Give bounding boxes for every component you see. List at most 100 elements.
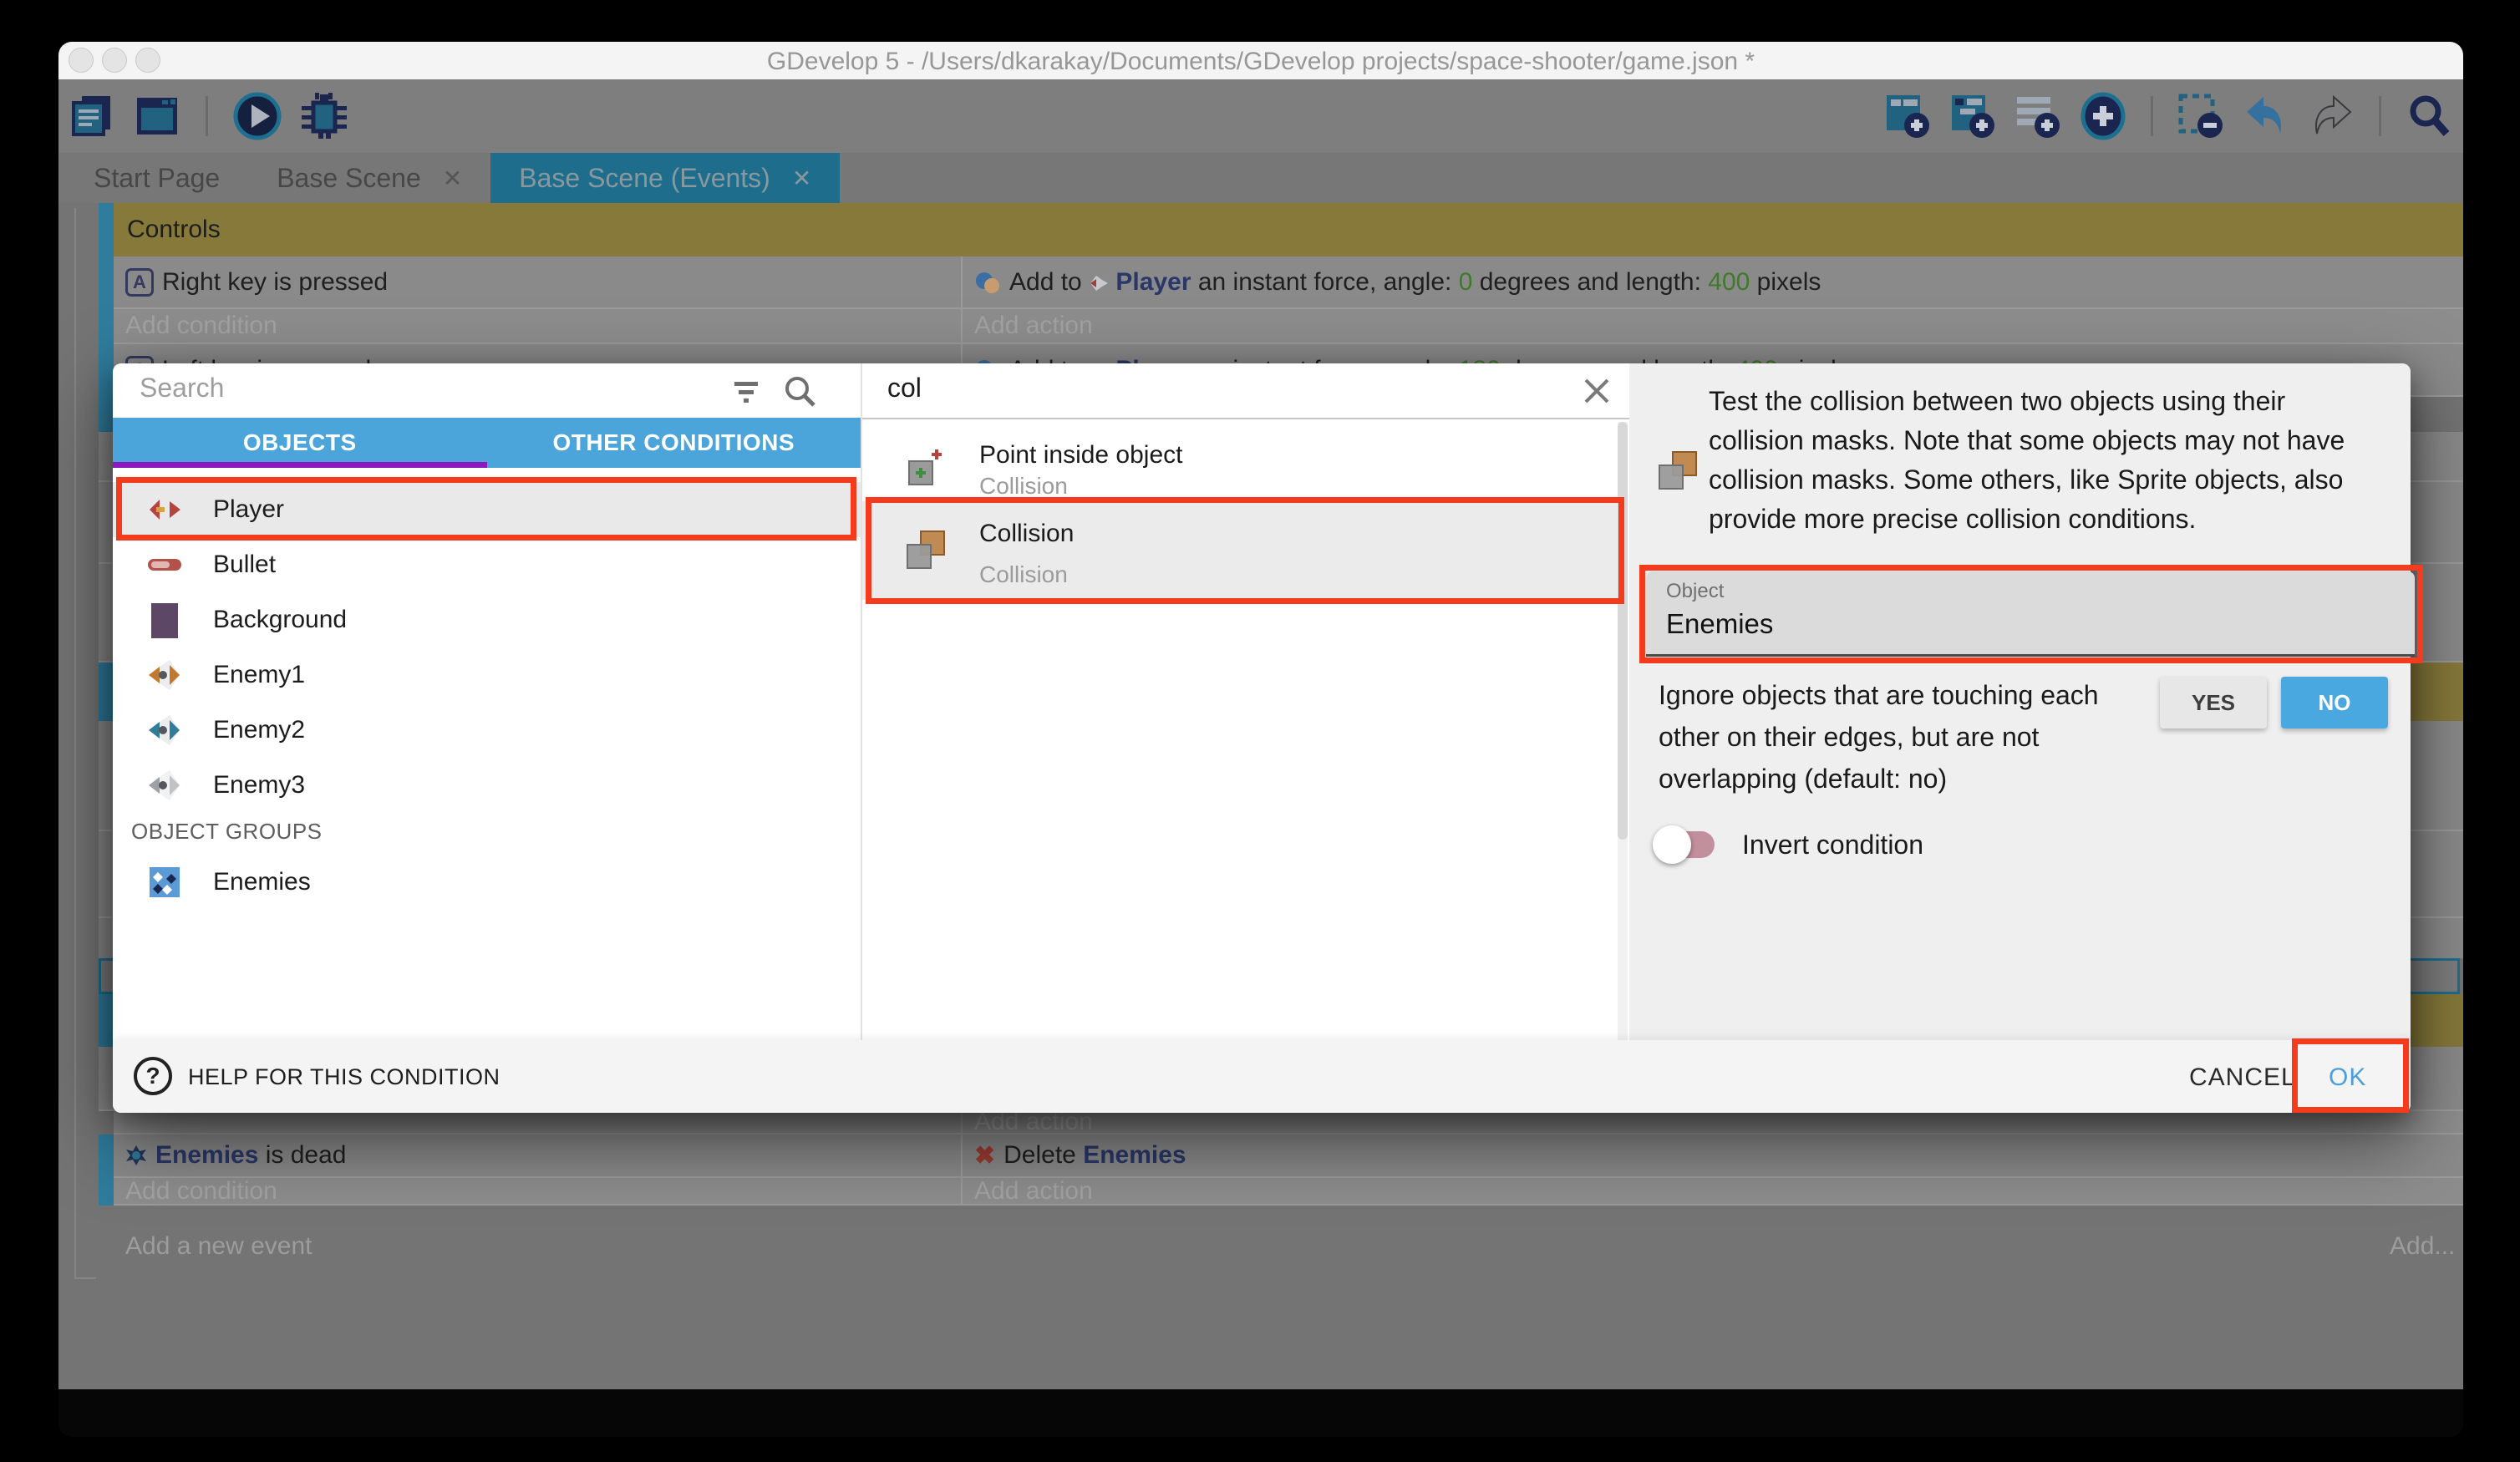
add-new-icon[interactable] (2079, 92, 2127, 140)
object-item-enemy3[interactable]: Enemy3 (113, 758, 861, 813)
point-inside-icon (902, 446, 946, 490)
enemy2-object-icon (146, 712, 183, 749)
object-field-label: Object (1666, 580, 1724, 603)
event-left-bar (99, 203, 114, 256)
object-item-bullet[interactable]: Bullet (113, 537, 861, 592)
result-point-inside-object[interactable]: Point inside object Collision (862, 434, 1621, 501)
object-field[interactable]: Object Enemies (1646, 571, 2415, 657)
toolbar-divider (2151, 96, 2153, 136)
tab-base-scene-events[interactable]: Base Scene (Events)✕ (490, 153, 840, 203)
objects-panel: OBJECTS OTHER CONDITIONS Player Bullet B… (113, 363, 861, 1040)
add-condition-button[interactable]: Add condition (114, 309, 961, 344)
event-left-bar (99, 1135, 114, 1206)
force-icon (974, 270, 1001, 295)
bullet-object-icon (146, 546, 183, 583)
object-search-input[interactable] (138, 372, 706, 404)
collision-icon (902, 526, 949, 573)
search-divider (862, 418, 1631, 419)
event-left-bar (99, 256, 114, 344)
condition-source-tabs: OBJECTS OTHER CONDITIONS (113, 418, 861, 468)
enemies-group-icon (146, 864, 183, 901)
add-new-event-button[interactable]: Add a new event (125, 1232, 312, 1261)
group-item-enemies[interactable]: Enemies (113, 855, 861, 910)
object-item-enemy1[interactable]: Enemy1 (113, 647, 861, 703)
dialog-bottom-bar: ? HELP FOR THIS CONDITION CANCEL OK (113, 1040, 2411, 1113)
condition-config-panel: Test the collision between two objects u… (1629, 363, 2411, 1040)
event-left-bar (99, 994, 114, 1047)
search-icon[interactable] (2405, 92, 2453, 140)
ok-button[interactable]: OK (2329, 1064, 2366, 1092)
add-more-button[interactable]: Add... (2390, 1232, 2455, 1261)
add-action-button[interactable]: Add action (963, 1178, 2463, 1206)
help-icon[interactable]: ? (134, 1057, 172, 1095)
results-scrollbar-thumb[interactable] (1618, 422, 1628, 840)
tab-start-page[interactable]: Start Page (65, 153, 248, 203)
choose-condition-dialog: OBJECTS OTHER CONDITIONS Player Bullet B… (113, 363, 2411, 1113)
cancel-button[interactable]: CANCEL (2189, 1064, 2296, 1092)
tab-other-conditions[interactable]: OTHER CONDITIONS (487, 418, 861, 468)
toolbar (58, 79, 2463, 153)
add-action-button[interactable]: Add action (963, 1111, 2463, 1135)
keyboard-key-icon: A (125, 268, 154, 297)
delete-icon: ✖ (974, 1141, 995, 1170)
condition-description: Test the collision between two objects u… (1709, 382, 2377, 539)
toolbar-divider (206, 96, 208, 136)
active-tab-underline (113, 462, 487, 468)
close-tab-icon[interactable]: ✕ (792, 165, 811, 192)
screenshot-root: GDevelop 5 - /Users/dkarakay/Documents/G… (0, 0, 2520, 1462)
undo-icon[interactable] (2242, 92, 2290, 140)
player-object-icon (146, 491, 183, 528)
condition-search-input[interactable] (886, 372, 1537, 404)
comment-row[interactable]: Controls (114, 203, 2463, 256)
ignore-edges-label: Ignore objects that are touching each ot… (1659, 674, 2152, 800)
enemy3-object-icon (146, 767, 183, 804)
clear-search-icon[interactable] (1579, 373, 1614, 409)
condition-row[interactable]: Enemies is dead (114, 1135, 961, 1178)
add-condition-button[interactable] (114, 1111, 961, 1135)
event-left-bar (99, 662, 114, 721)
column-divider (961, 1111, 963, 1206)
enemy1-object-icon (146, 657, 183, 693)
background-object-icon (146, 602, 183, 638)
scene-editor-icon[interactable] (134, 93, 180, 140)
add-comment-icon[interactable] (2014, 92, 2062, 140)
object-item-enemy2[interactable]: Enemy2 (113, 703, 861, 758)
delete-event-icon[interactable] (2177, 92, 2225, 140)
collision-icon (1654, 447, 1701, 494)
add-event-icon[interactable] (1883, 92, 1932, 140)
action-row[interactable]: ✖ Delete Enemies (963, 1135, 2463, 1178)
titlebar: GDevelop 5 - /Users/dkarakay/Documents/G… (58, 42, 2463, 79)
debug-icon[interactable] (300, 93, 347, 140)
tree-line (74, 208, 76, 1279)
object-groups-header: OBJECT GROUPS (131, 819, 323, 845)
filter-icon[interactable] (729, 375, 763, 409)
tab-objects[interactable]: OBJECTS (113, 418, 487, 468)
invert-toggle-knob[interactable] (1653, 825, 1691, 864)
help-link[interactable]: HELP FOR THIS CONDITION (188, 1064, 500, 1090)
result-collision[interactable]: Collision Collision (862, 501, 1621, 600)
close-tab-icon[interactable]: ✕ (443, 165, 462, 192)
tree-elbow (74, 1277, 96, 1279)
toolbar-divider (2379, 96, 2381, 136)
add-condition-button[interactable]: Add condition (114, 1178, 961, 1206)
add-subevent-icon[interactable] (1948, 92, 1997, 140)
enemy-object-icon (125, 1145, 147, 1166)
project-manager-icon[interactable] (69, 93, 115, 140)
action-row[interactable]: Add to Player an instant force, angle: 0… (963, 256, 2463, 309)
object-item-player[interactable]: Player (113, 482, 861, 537)
object-item-background[interactable]: Background (113, 592, 861, 647)
yes-button[interactable]: YES (2160, 677, 2267, 728)
no-button[interactable]: NO (2281, 677, 2388, 728)
event-left-bar (99, 344, 114, 432)
search-icon[interactable] (781, 373, 818, 410)
results-panel: Point inside object Collision Collision … (861, 363, 1629, 1040)
tab-base-scene[interactable]: Base Scene✕ (248, 153, 490, 203)
invert-condition-label: Invert condition (1742, 830, 1923, 860)
window-title: GDevelop 5 - /Users/dkarakay/Documents/G… (58, 48, 2463, 76)
redo-icon[interactable] (2307, 92, 2355, 140)
object-field-value: Enemies (1666, 608, 1773, 640)
condition-row[interactable]: A Right key is pressed (114, 256, 961, 309)
add-action-button[interactable]: Add action (963, 309, 2463, 344)
scene-tabbar: Start Page Base Scene✕ Base Scene (Event… (58, 153, 2463, 203)
play-icon[interactable] (233, 92, 282, 140)
